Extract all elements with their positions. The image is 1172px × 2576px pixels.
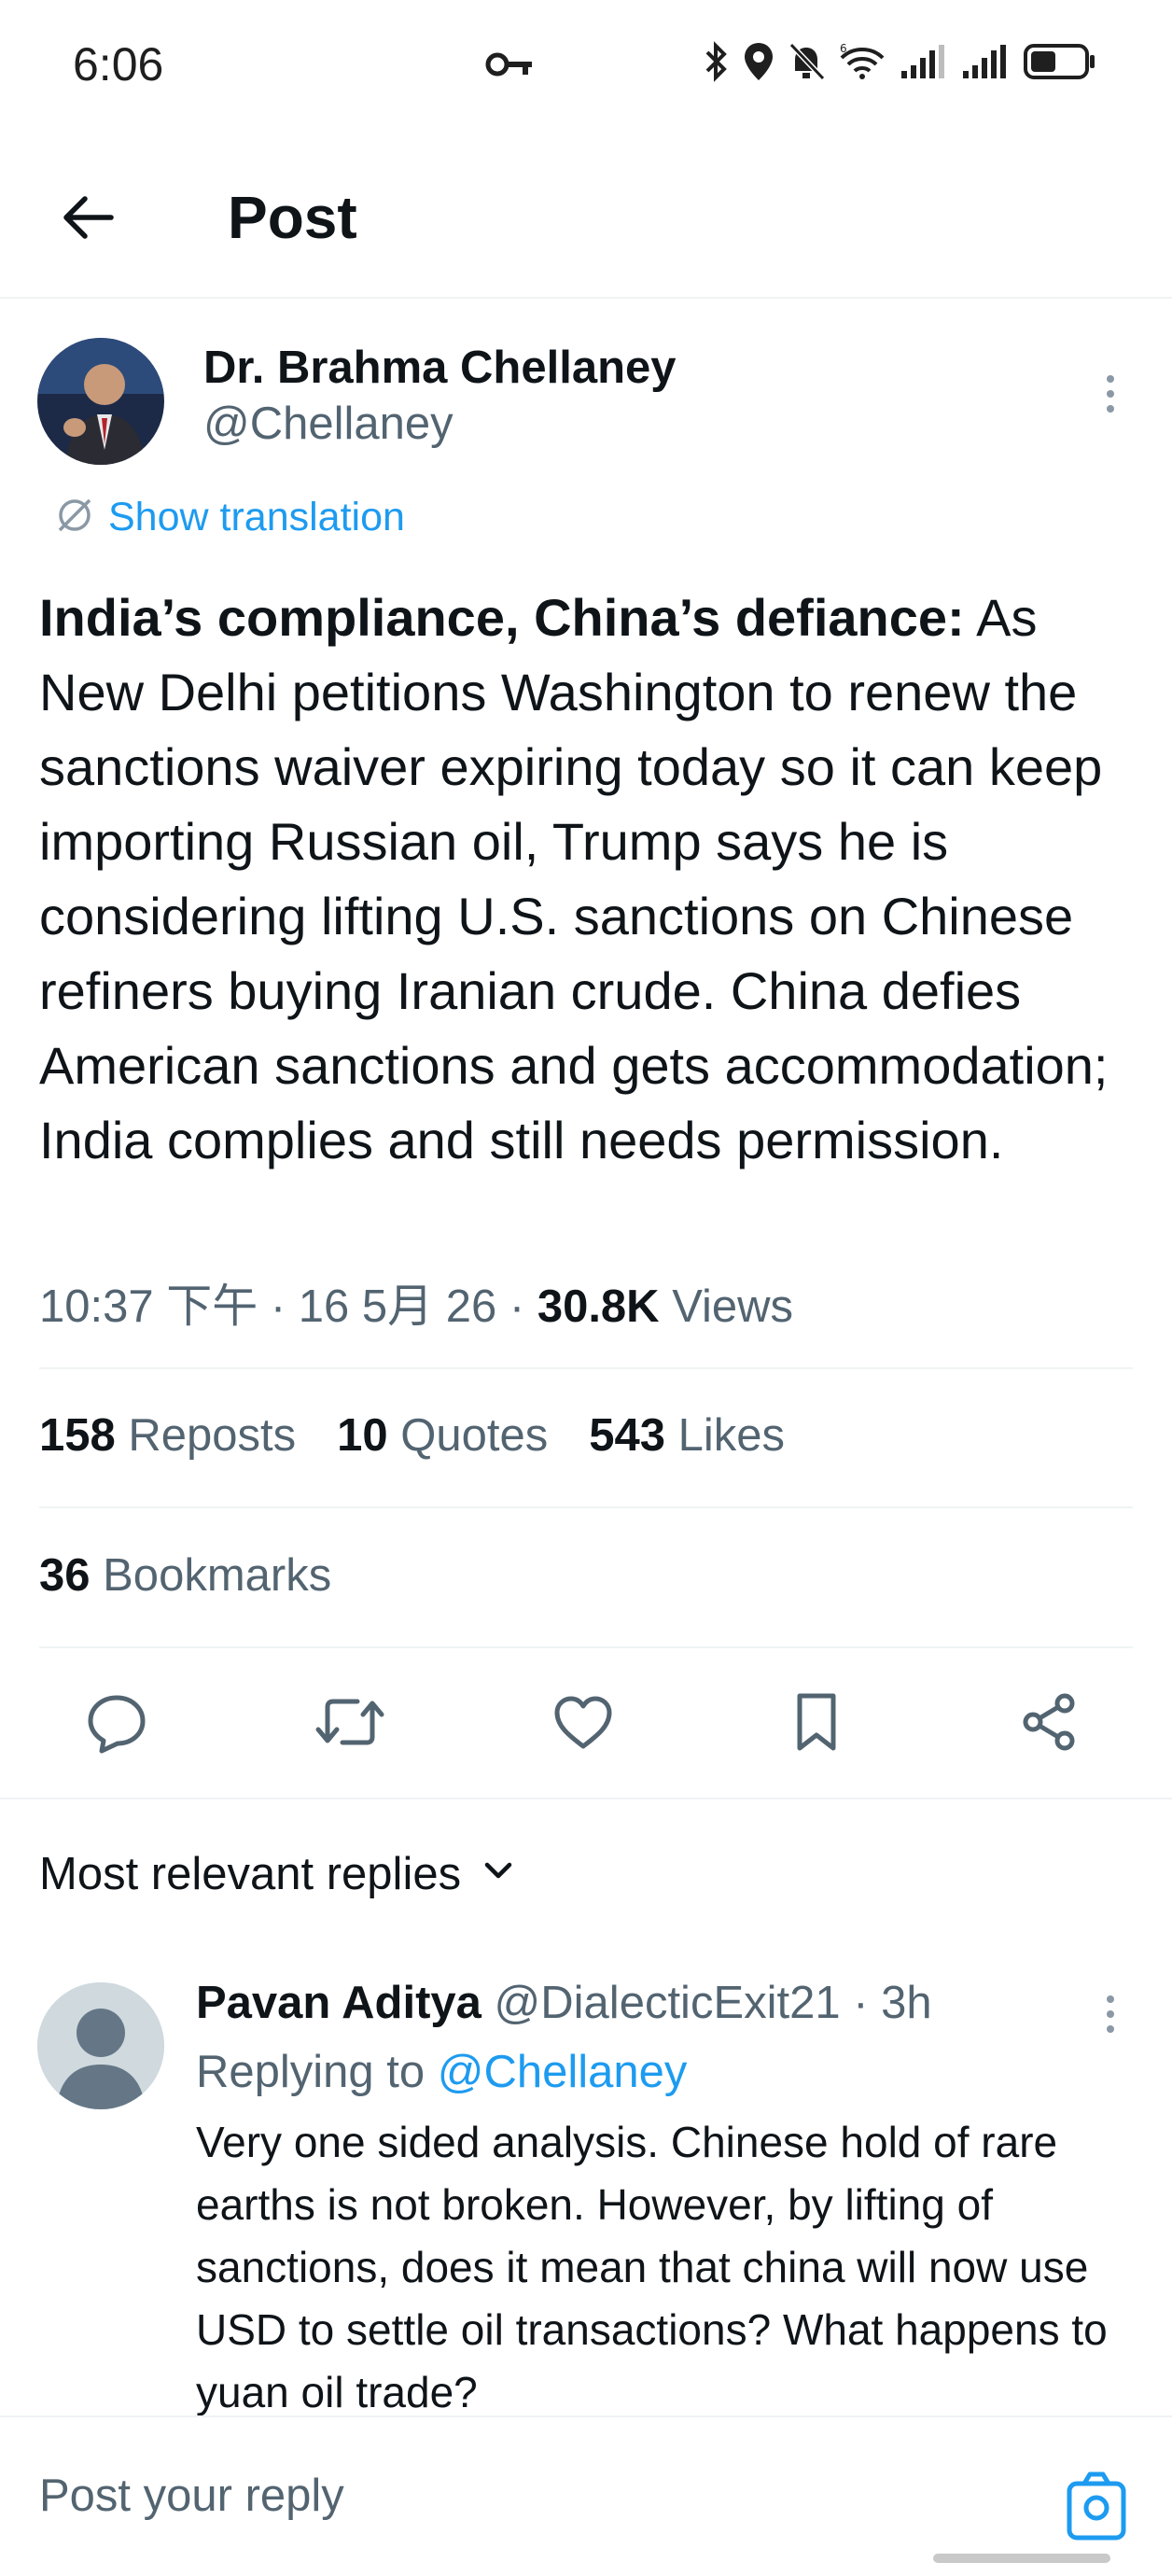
show-translation-link[interactable]: Show translation	[54, 495, 405, 540]
camera-icon[interactable]	[1054, 2462, 1138, 2546]
post-body: As New Delhi petitions Washington to ren…	[39, 588, 1109, 1169]
page-title: Post	[228, 184, 357, 251]
translate-icon	[54, 495, 95, 540]
bookmark-icon[interactable]	[774, 1680, 858, 1764]
divider	[39, 1646, 1133, 1648]
gesture-bar	[933, 2554, 1110, 2563]
engagement-stats: 158 Reposts 10 Quotes 543 Likes	[39, 1409, 785, 1462]
reply-header: Pavan Aditya @DialecticExit21 · 3h	[196, 1977, 932, 2029]
reply-icon[interactable]	[75, 1680, 159, 1764]
bluetooth-icon	[704, 41, 730, 87]
action-bar	[0, 1680, 1172, 1783]
svg-text:6: 6	[840, 42, 847, 55]
status-bar: 6:06 6	[0, 0, 1172, 140]
author-handle[interactable]: @Chellaney	[203, 398, 453, 450]
signal-icon	[900, 43, 948, 85]
quotes-stat[interactable]: 10 Quotes	[337, 1409, 548, 1462]
views-label: Views	[659, 1281, 794, 1332]
reply-text: Very one sided analysis. Chinese hold of…	[196, 2118, 1108, 2416]
views-count: 30.8K	[537, 1281, 660, 1332]
post-meta: 10:37 下午 · 16 5月 26 · 30.8K Views	[39, 1269, 793, 1336]
divider	[39, 1367, 1133, 1369]
reply-composer: Post your reply	[0, 2415, 1172, 2576]
battery-icon	[1023, 43, 1097, 85]
bookmarks-stat[interactable]: 36 Bookmarks	[39, 1549, 331, 1602]
signal-icon	[961, 43, 1010, 85]
reposts-stat[interactable]: 158 Reposts	[39, 1409, 296, 1462]
post-timestamp[interactable]: 10:37 下午 · 16 5月 26 ·	[39, 1281, 537, 1332]
show-translation-label[interactable]: Show translation	[108, 495, 405, 540]
reply-author-handle[interactable]: @DialecticExit21 · 3h	[481, 1978, 932, 2028]
wifi-6-icon: 6	[838, 41, 886, 87]
share-icon[interactable]	[1008, 1680, 1092, 1764]
replying-to-mention[interactable]: @Chellaney	[438, 2047, 688, 2097]
repost-icon[interactable]	[308, 1680, 392, 1764]
replies-heading: Most relevant replies	[39, 1849, 462, 1899]
more-options-icon[interactable]	[1092, 366, 1129, 422]
like-icon[interactable]	[541, 1680, 625, 1764]
back-arrow-icon[interactable]	[56, 185, 121, 250]
reply-more-options-icon[interactable]	[1092, 1986, 1129, 2042]
replies-sort-dropdown[interactable]: Most relevant replies	[39, 1848, 517, 1900]
location-icon	[743, 41, 774, 87]
divider	[39, 1506, 1133, 1508]
top-app-bar: Post	[0, 140, 1172, 299]
post-text: India’s compliance, China’s defiance: As…	[39, 581, 1150, 1178]
author-name[interactable]: Dr. Brahma Chellaney	[203, 342, 677, 394]
author-avatar[interactable]	[37, 338, 164, 465]
post-headline: India’s compliance, China’s defiance:	[39, 588, 965, 647]
section-divider	[0, 1798, 1172, 1799]
chevron-down-icon	[480, 1848, 517, 1900]
replying-to: Replying to @Chellaney	[196, 2047, 688, 2097]
status-time: 6:06	[73, 38, 164, 91]
reply-author-name[interactable]: Pavan Aditya	[196, 1978, 481, 2028]
bell-off-icon	[788, 41, 826, 87]
reply-avatar[interactable]	[37, 1982, 164, 2109]
key-icon	[485, 49, 534, 85]
status-icons: 6	[704, 41, 1097, 87]
reply-input[interactable]: Post your reply	[39, 2470, 344, 2522]
likes-stat[interactable]: 543 Likes	[589, 1409, 785, 1462]
